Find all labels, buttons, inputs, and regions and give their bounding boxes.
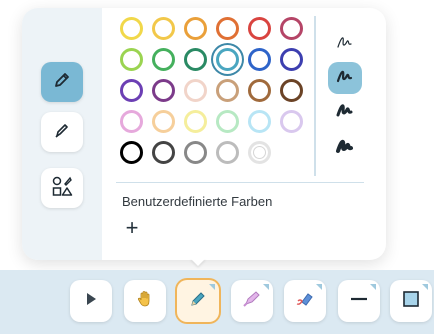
bottom-toolbar [0, 270, 434, 334]
custom-colors-divider [116, 182, 364, 183]
color-swatch[interactable] [248, 17, 271, 40]
color-swatch[interactable] [216, 79, 239, 102]
stroke-thin-icon [335, 33, 355, 56]
stroke-extra-thick-button[interactable] [328, 132, 362, 164]
stroke-extra-thick-icon [335, 137, 355, 160]
color-swatch[interactable] [248, 48, 271, 71]
color-swatch[interactable] [184, 110, 207, 133]
palette-divider [314, 16, 316, 176]
color-swatch[interactable] [120, 141, 143, 164]
stroke-thick-button[interactable] [328, 96, 362, 128]
color-swatch[interactable] [248, 141, 271, 164]
stroke-thick-icon [335, 101, 355, 124]
toolbar-line-corner-mark [370, 284, 376, 290]
toolbar-pen-button[interactable] [177, 280, 219, 322]
hand-icon [135, 289, 155, 314]
highlighter-icon [53, 121, 71, 144]
cursor-icon [83, 290, 99, 313]
toolbar-rectangle-button[interactable] [390, 280, 432, 322]
popover-arrow [190, 258, 206, 266]
stroke-thin-button[interactable] [328, 28, 362, 60]
custom-colors-label: Benutzerdefinierte Farben [122, 194, 273, 209]
whiteboard-stage: Benutzerdefinierte Farben + [0, 0, 434, 334]
color-palette [116, 14, 316, 176]
toolbar-line-button[interactable] [338, 280, 380, 322]
color-swatch[interactable] [216, 141, 239, 164]
add-custom-color-button[interactable]: + [122, 217, 142, 239]
color-swatch[interactable] [152, 141, 175, 164]
toolbar-eraser-button[interactable] [284, 280, 326, 322]
toolbar-eraser-corner-mark [316, 284, 322, 290]
line-icon [349, 289, 369, 314]
pen-icon [188, 289, 208, 314]
color-swatch[interactable] [280, 48, 303, 71]
color-swatch[interactable] [152, 110, 175, 133]
tool-pen-button[interactable] [41, 62, 83, 102]
color-swatch[interactable] [248, 110, 271, 133]
color-swatch[interactable] [152, 79, 175, 102]
color-swatch[interactable] [120, 79, 143, 102]
color-swatch[interactable] [216, 17, 239, 40]
tool-highlighter-button[interactable] [41, 112, 83, 152]
toolbar-rectangle-corner-mark [422, 284, 428, 290]
color-swatch[interactable] [184, 141, 207, 164]
toolbar-select-button[interactable] [70, 280, 112, 322]
toolbar-hand-button[interactable] [124, 280, 166, 322]
color-swatch[interactable] [280, 110, 303, 133]
toolbar-highlighter-button[interactable] [231, 280, 273, 322]
color-swatch[interactable] [248, 79, 271, 102]
tool-type-strip [22, 8, 102, 260]
tool-shapes-button[interactable] [41, 168, 83, 208]
eraser-icon [294, 289, 316, 314]
stroke-medium-button[interactable] [328, 62, 362, 94]
color-swatch[interactable] [120, 17, 143, 40]
color-swatch[interactable] [184, 17, 207, 40]
pen-icon [53, 71, 71, 94]
toolbar-pen-corner-mark [209, 284, 215, 290]
color-swatch[interactable] [184, 48, 207, 71]
shapes-icon [51, 175, 73, 202]
color-swatch[interactable] [120, 110, 143, 133]
highlighter-icon [241, 289, 263, 314]
color-swatch[interactable] [216, 48, 239, 71]
color-swatch[interactable] [280, 79, 303, 102]
color-swatch[interactable] [152, 17, 175, 40]
pen-options-popover: Benutzerdefinierte Farben + [22, 8, 386, 260]
stroke-medium-icon [335, 67, 355, 90]
color-swatch[interactable] [152, 48, 175, 71]
color-swatch[interactable] [216, 110, 239, 133]
rectangle-icon [401, 289, 421, 314]
color-swatch[interactable] [184, 79, 207, 102]
color-swatch[interactable] [120, 48, 143, 71]
color-swatch[interactable] [280, 17, 303, 40]
toolbar-highlighter-corner-mark [263, 284, 269, 290]
